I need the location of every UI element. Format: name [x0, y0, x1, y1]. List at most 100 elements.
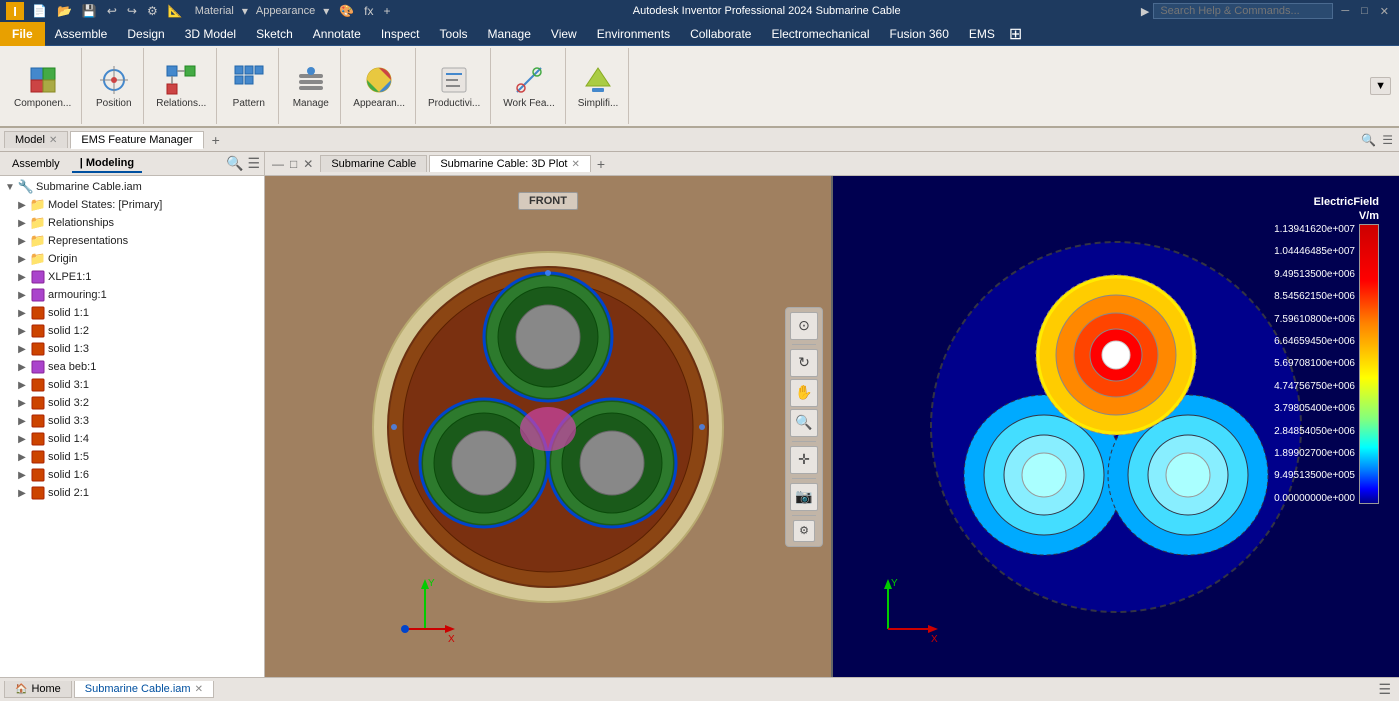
expand-solid11[interactable]: ▶ [16, 307, 28, 319]
tree-item-solid14[interactable]: ▶ solid 1:4 [0, 430, 264, 448]
tab-model-close[interactable]: ✕ [49, 135, 57, 146]
tree-item-representations[interactable]: ▶ 📁 Representations [0, 232, 264, 250]
expand-representations[interactable]: ▶ [16, 235, 28, 247]
undo-btn[interactable]: ↩ [105, 4, 119, 18]
appearance-dropdown[interactable]: ▾ [321, 4, 331, 18]
tab-search-icon[interactable]: 🔍 [1359, 131, 1378, 149]
tree-item-model-states[interactable]: ▶ 📁 Model States: [Primary] [0, 196, 264, 214]
ribbon-btn-pattern[interactable]: Pattern [224, 48, 274, 124]
expand-solid12[interactable]: ▶ [16, 325, 28, 337]
expand-seabeb1[interactable]: ▶ [16, 361, 28, 373]
pan-btn[interactable]: ✋ [790, 379, 818, 407]
ribbon-btn-position[interactable]: Position [89, 48, 139, 124]
tree-item-solid32[interactable]: ▶ solid 3:2 [0, 394, 264, 412]
expand-solid32[interactable]: ▶ [16, 397, 28, 409]
tree-item-armouring1[interactable]: ▶ armouring:1 [0, 286, 264, 304]
expand-solid15[interactable]: ▶ [16, 451, 28, 463]
menu-view[interactable]: View [541, 22, 587, 46]
rotate-btn[interactable]: ↻ [790, 349, 818, 377]
menu-assemble[interactable]: Assemble [45, 22, 118, 46]
tree-item-solid13[interactable]: ▶ solid 1:3 [0, 340, 264, 358]
ribbon-overflow-btn[interactable]: ▼ [1370, 77, 1391, 95]
menu-fusion360[interactable]: Fusion 360 [880, 22, 959, 46]
menu-more[interactable]: ⊞ [1005, 22, 1026, 46]
tree-item-solid16[interactable]: ▶ solid 1:6 [0, 466, 264, 484]
expand-relationships[interactable]: ▶ [16, 217, 28, 229]
ribbon-btn-manage[interactable]: Manage [286, 48, 336, 124]
expand-solid16[interactable]: ▶ [16, 469, 28, 481]
menu-manage[interactable]: Manage [478, 22, 541, 46]
vp-tab-add[interactable]: + [593, 156, 609, 172]
properties-btn[interactable]: ⚙ [145, 4, 160, 18]
bottom-tab-submarine[interactable]: Submarine Cable.iam ✕ [74, 681, 214, 698]
ribbon-btn-workfeatures[interactable]: Work Fea... [497, 48, 561, 124]
camera-btn[interactable]: 📷 [790, 483, 818, 511]
tree-item-solid31[interactable]: ▶ solid 3:1 [0, 376, 264, 394]
bottom-tab-home[interactable]: 🏠 Home [4, 681, 72, 698]
menu-design[interactable]: Design [117, 22, 174, 46]
sidebar-subtab-modeling[interactable]: | Modeling [72, 155, 142, 173]
tree-item-solid11[interactable]: ▶ solid 1:1 [0, 304, 264, 322]
win-close[interactable]: ✕ [1376, 5, 1393, 18]
tree-item-relationships[interactable]: ▶ 📁 Relationships [0, 214, 264, 232]
color-tool[interactable]: 🎨 [337, 4, 356, 18]
search-input[interactable] [1153, 3, 1333, 19]
bottom-menu-icon[interactable]: ☰ [1374, 681, 1395, 698]
expand-solid13[interactable]: ▶ [16, 343, 28, 355]
vp-minimize[interactable]: — [269, 157, 287, 171]
menu-inspect[interactable]: Inspect [371, 22, 430, 46]
tree-item-solid21[interactable]: ▶ solid 2:1 [0, 484, 264, 502]
bottom-tab-close-icon[interactable]: ✕ [195, 684, 203, 695]
zoom-window-btn[interactable]: 🔍 [790, 409, 818, 437]
viewport-right[interactable]: ElectricField V/m 1.13941620e+007 1.0444… [831, 176, 1399, 677]
more-tools[interactable]: + [382, 4, 393, 18]
menu-ems[interactable]: EMS [959, 22, 1005, 46]
vp-restore[interactable]: □ [287, 157, 300, 171]
tab-menu-icon[interactable]: ☰ [1380, 131, 1395, 149]
open-btn[interactable]: 📂 [55, 4, 74, 18]
tree-item-xlpe1[interactable]: ▶ XLPE1:1 [0, 268, 264, 286]
tree-item-root[interactable]: ▼ 🔧 Submarine Cable.iam [0, 178, 264, 196]
vp-close[interactable]: ✕ [300, 157, 316, 171]
menu-annotate[interactable]: Annotate [303, 22, 371, 46]
ribbon-btn-simplify[interactable]: Simplifi... [572, 48, 625, 124]
sidebar-search-icon[interactable]: 🔍 [226, 155, 243, 172]
sidebar-settings-icon[interactable]: ☰ [247, 155, 260, 172]
expand-solid14[interactable]: ▶ [16, 433, 28, 445]
new-btn[interactable]: 📄 [30, 4, 49, 18]
tree-item-solid12[interactable]: ▶ solid 1:2 [0, 322, 264, 340]
ribbon-btn-relationships[interactable]: Relations... [150, 48, 212, 124]
menu-tools[interactable]: Tools [430, 22, 478, 46]
sidebar-subtab-assembly[interactable]: Assembly [4, 156, 68, 172]
expand-model-states[interactable]: ▶ [16, 199, 28, 211]
viewport-left[interactable]: FRONT [265, 176, 831, 677]
tab-ems[interactable]: EMS Feature Manager [70, 131, 203, 149]
win-minimize[interactable]: ─ [1337, 5, 1353, 17]
win-maximize[interactable]: □ [1357, 5, 1372, 17]
tab-model[interactable]: Model ✕ [4, 131, 68, 148]
fit-view-btn[interactable]: ⊙ [790, 312, 818, 340]
tree-item-seabeb1[interactable]: ▶ sea beb:1 [0, 358, 264, 376]
settings-small-btn[interactable]: ⚙ [793, 520, 815, 542]
menu-3dmodel[interactable]: 3D Model [175, 22, 246, 46]
expand-solid33[interactable]: ▶ [16, 415, 28, 427]
expand-solid21[interactable]: ▶ [16, 487, 28, 499]
vp-tab-3dplot[interactable]: Submarine Cable: 3D Plot ✕ [429, 155, 591, 172]
fx-tool[interactable]: fx [362, 4, 375, 18]
tree-item-solid15[interactable]: ▶ solid 1:5 [0, 448, 264, 466]
ribbon-btn-productivity[interactable]: Productivi... [422, 48, 486, 124]
expand-solid31[interactable]: ▶ [16, 379, 28, 391]
expand-root[interactable]: ▼ [4, 181, 16, 193]
vp-tab-3dplot-close[interactable]: ✕ [572, 159, 580, 170]
vp-tab-submarine-cable[interactable]: Submarine Cable [320, 155, 427, 172]
redo-btn[interactable]: ↪ [125, 4, 139, 18]
ribbon-btn-component[interactable]: Componen... [8, 48, 77, 124]
menu-sketch[interactable]: Sketch [246, 22, 303, 46]
tree-item-origin[interactable]: ▶ 📁 Origin [0, 250, 264, 268]
menu-environments[interactable]: Environments [587, 22, 680, 46]
expand-armouring1[interactable]: ▶ [16, 289, 28, 301]
tree-item-solid33[interactable]: ▶ solid 3:3 [0, 412, 264, 430]
save-btn[interactable]: 💾 [80, 4, 99, 18]
measure-btn[interactable]: 📐 [166, 4, 185, 18]
ribbon-btn-appearance[interactable]: Appearan... [347, 48, 411, 124]
